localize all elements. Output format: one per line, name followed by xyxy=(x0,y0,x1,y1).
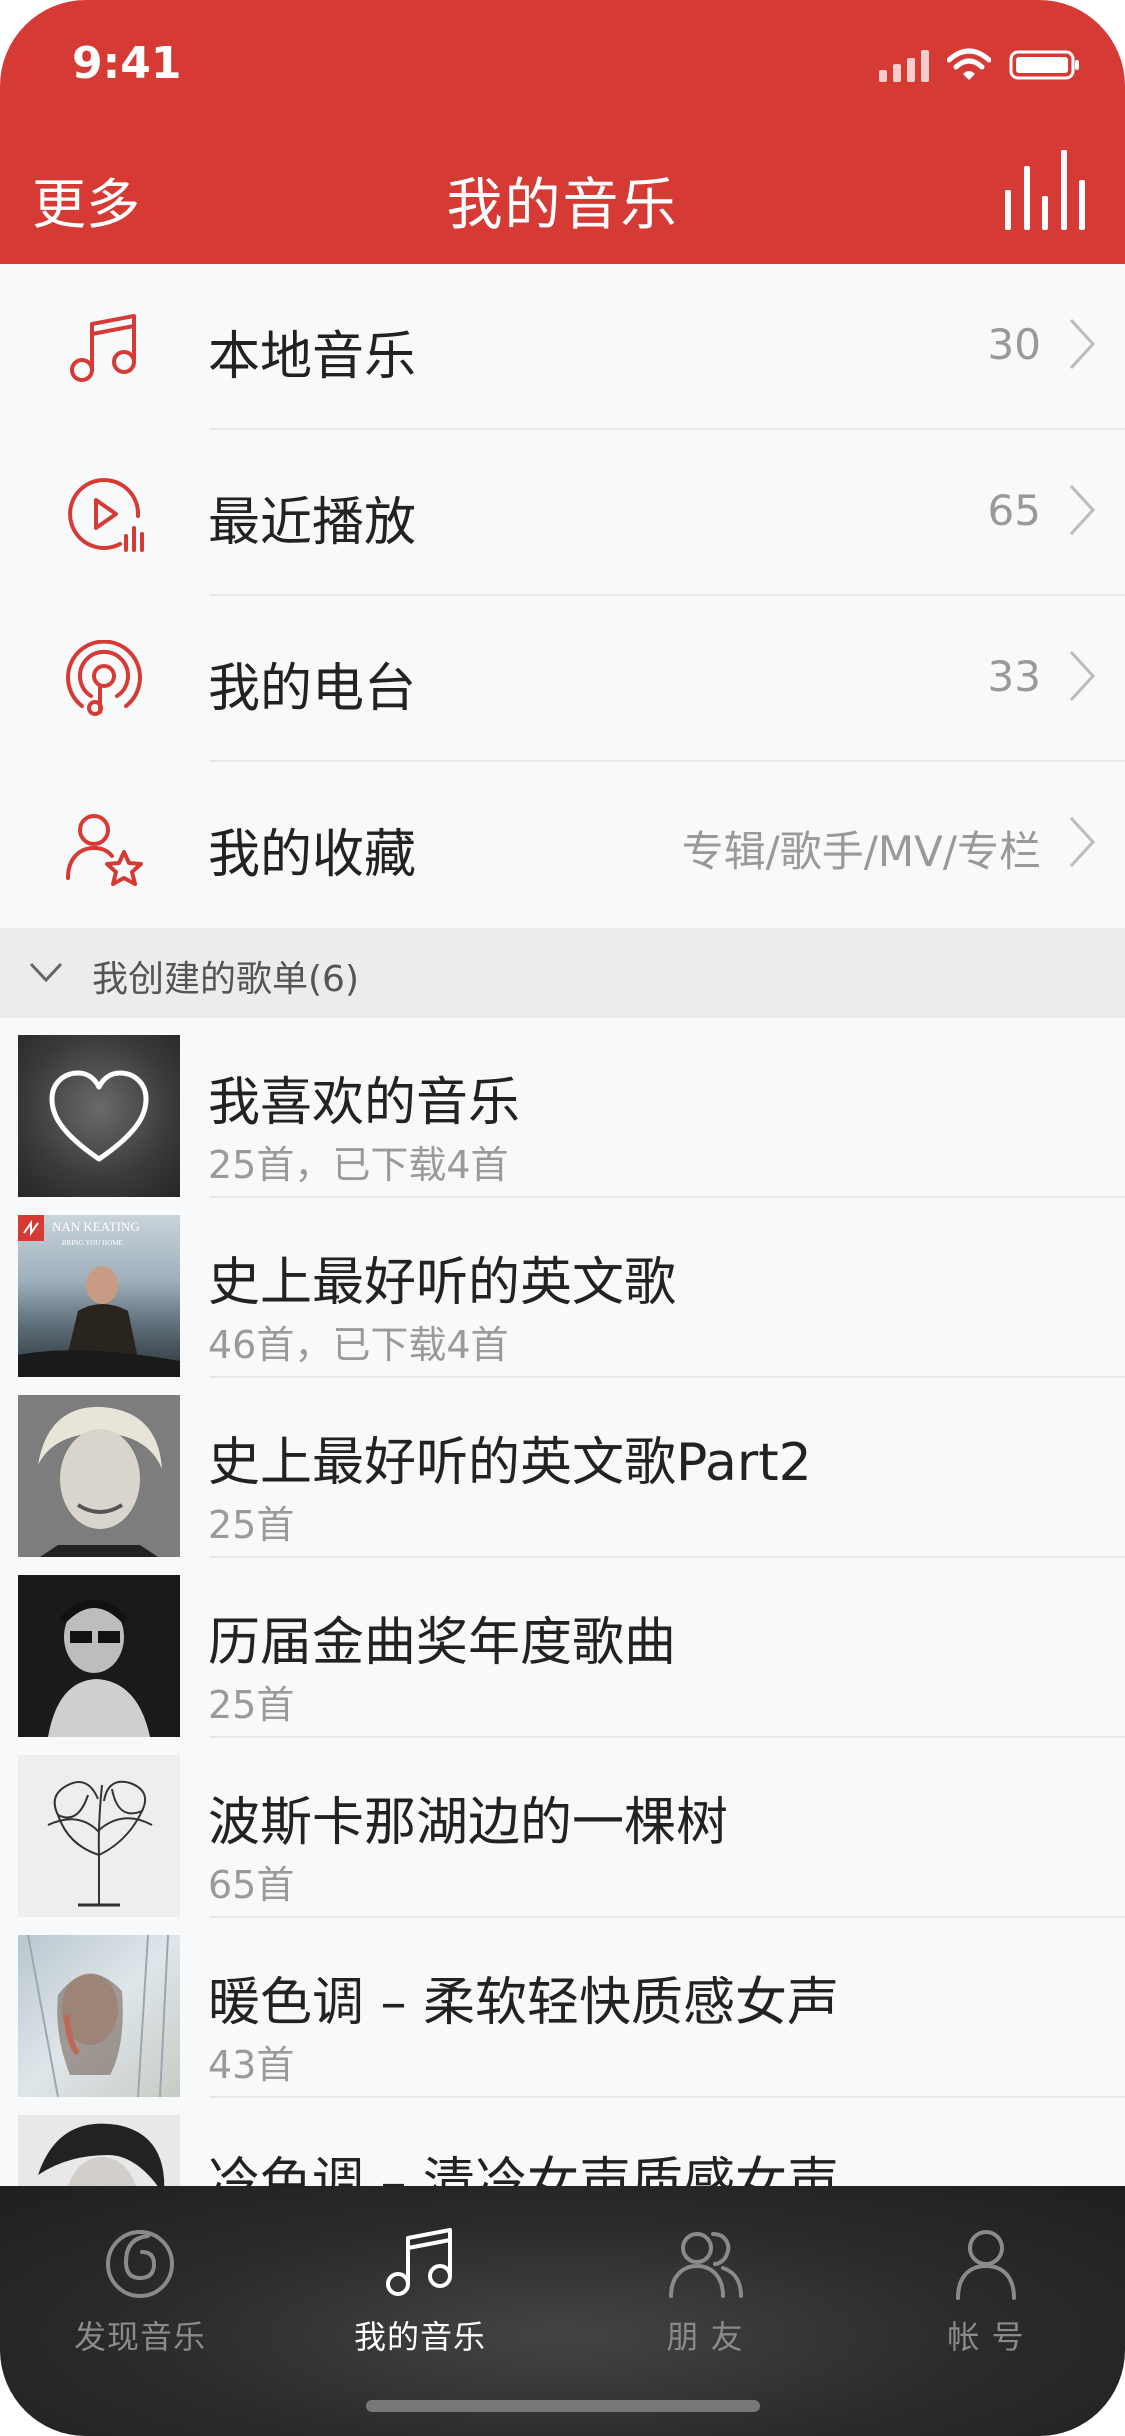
wifi-icon xyxy=(947,48,991,82)
music-note-icon xyxy=(386,2228,452,2296)
menu-item-label: 本地音乐 xyxy=(208,327,417,387)
cover-album-text: BRING YOU HOME xyxy=(62,1239,123,1247)
playlist-subtitle: 25首 xyxy=(208,1683,295,1727)
playlist-item[interactable]: 波斯卡那湖边的一棵树 65首 xyxy=(0,1738,1125,1918)
tab-discover[interactable]: 发现音乐 xyxy=(20,2222,260,2358)
status-time: 9:41 xyxy=(72,38,182,89)
playlist-title: 我喜欢的音乐 xyxy=(208,1073,521,1133)
recent-play-icon xyxy=(68,478,144,552)
account-icon xyxy=(956,2230,1016,2300)
status-icons xyxy=(879,48,1081,82)
playlist-item[interactable]: 暖色调 – 柔软轻快质感女声 43首 xyxy=(0,1918,1125,2098)
music-note-icon xyxy=(70,314,136,382)
playlist-subtitle: 46首，已下载4首 xyxy=(208,1323,509,1367)
playlist-title: 史上最好听的英文歌 xyxy=(208,1253,677,1313)
playlist-title: 波斯卡那湖边的一棵树 xyxy=(208,1793,729,1853)
chevron-right-icon xyxy=(1069,484,1096,536)
chevron-right-icon xyxy=(1069,650,1096,702)
playlist-cover-liked xyxy=(18,1035,180,1197)
playlist-title: 历届金曲奖年度歌曲 xyxy=(208,1613,677,1673)
playlist-item[interactable]: 史上最好听的英文歌Part2 25首 xyxy=(0,1378,1125,1558)
cover-artist-text: NAN KEATING xyxy=(52,1219,140,1234)
section-label: 我创建的歌单(6) xyxy=(92,959,359,1000)
menu-item-detail: 专辑/歌手/MV/专栏 xyxy=(681,827,1041,876)
radio-icon xyxy=(66,640,142,716)
menu-item-label: 最近播放 xyxy=(208,493,417,553)
menu-item-count: 65 xyxy=(987,486,1041,535)
now-playing-icon[interactable] xyxy=(1005,150,1085,230)
tab-label: 帐 号 xyxy=(947,2318,1025,2356)
menu-item-label: 我的收藏 xyxy=(208,825,417,885)
menu-item-recent-play[interactable]: 最近播放 65 xyxy=(0,430,1125,596)
playlist-subtitle: 25首，已下载4首 xyxy=(208,1143,509,1187)
music-menu: 本地音乐 30 最近播放 65 我的电台 33 我的收藏 专辑/歌手/MV/专栏 xyxy=(0,264,1125,928)
playlist-subtitle: 65首 xyxy=(208,1863,295,1907)
playlist-list: 我喜欢的音乐 25首，已下载4首 NAN KEATING BRING YOU H… xyxy=(0,1018,1125,2278)
playlist-item[interactable]: NAN KEATING BRING YOU HOME 史上最好听的英文歌 46首… xyxy=(0,1198,1125,1378)
home-indicator xyxy=(366,2400,760,2412)
tab-my-music[interactable]: 我的音乐 xyxy=(300,2222,540,2358)
chevron-down-icon xyxy=(29,962,63,983)
discover-icon xyxy=(106,2230,174,2298)
heart-icon xyxy=(49,1070,149,1162)
tab-label: 发现音乐 xyxy=(73,2318,206,2356)
battery-icon xyxy=(1009,48,1081,82)
menu-item-count: 30 xyxy=(987,320,1041,369)
menu-item-favorites[interactable]: 我的收藏 专辑/歌手/MV/专栏 xyxy=(0,762,1125,928)
menu-item-my-radio[interactable]: 我的电台 33 xyxy=(0,596,1125,762)
playlist-cover xyxy=(18,1935,180,2097)
tab-label: 朋 友 xyxy=(666,2318,744,2356)
menu-item-count: 33 xyxy=(987,652,1041,701)
playlist-cover xyxy=(18,1755,180,1917)
playlist-cover xyxy=(18,1395,180,1557)
phone-screen: 9:41 更多 我的音乐 本地音乐 30 最近播放 65 我的电台 33 我的收… xyxy=(0,0,1125,2436)
playlist-item[interactable]: 历届金曲奖年度歌曲 25首 xyxy=(0,1558,1125,1738)
playlist-cover xyxy=(18,1575,180,1737)
tab-label: 我的音乐 xyxy=(353,2318,486,2356)
friends-icon xyxy=(669,2232,743,2298)
created-playlists-header[interactable]: 我创建的歌单(6) xyxy=(0,928,1125,1018)
header-bar: 9:41 更多 我的音乐 xyxy=(0,0,1125,264)
menu-item-local-music[interactable]: 本地音乐 30 xyxy=(0,264,1125,430)
chevron-right-icon xyxy=(1069,816,1096,868)
tab-friends[interactable]: 朋 友 xyxy=(585,2222,825,2358)
playlist-title: 史上最好听的英文歌Part2 xyxy=(208,1433,812,1493)
playlist-subtitle: 25首 xyxy=(208,1503,295,1547)
playlist-subtitle: 43首 xyxy=(208,2043,295,2087)
menu-item-label: 我的电台 xyxy=(208,659,417,719)
playlist-cover: NAN KEATING BRING YOU HOME xyxy=(18,1215,180,1377)
playlist-item[interactable]: 我喜欢的音乐 25首，已下载4首 xyxy=(0,1018,1125,1198)
playlist-title: 暖色调 – 柔软轻快质感女声 xyxy=(208,1973,840,2033)
signal-icon xyxy=(879,48,929,82)
chevron-right-icon xyxy=(1069,318,1096,370)
user-star-icon xyxy=(66,814,143,886)
page-title: 我的音乐 xyxy=(446,173,679,238)
tab-bar: 发现音乐 我的音乐 朋 友 帐 号 xyxy=(0,2186,1125,2436)
tab-account[interactable]: 帐 号 xyxy=(866,2222,1106,2358)
